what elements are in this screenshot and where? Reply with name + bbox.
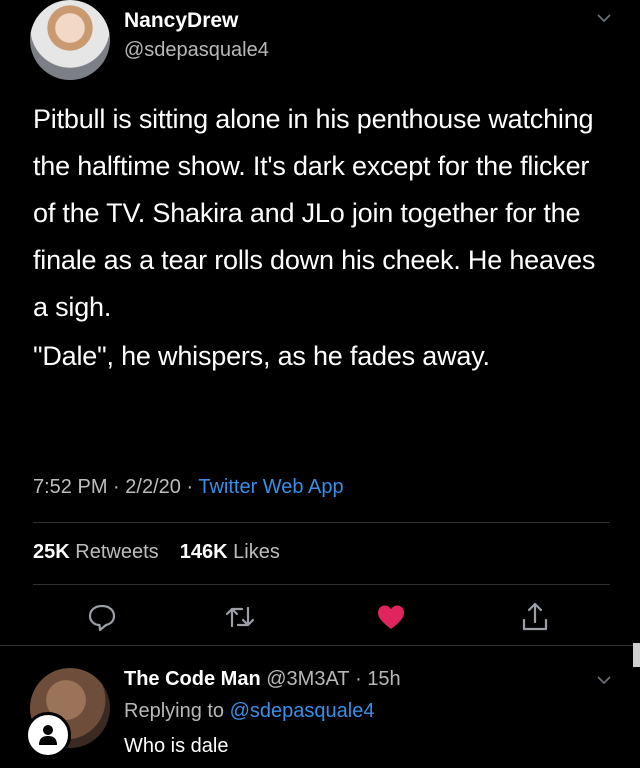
replying-prefix: Replying to bbox=[124, 700, 225, 722]
author-name[interactable]: NancyDrew bbox=[124, 9, 238, 33]
retweets-stat[interactable]: 25K Retweets bbox=[33, 541, 159, 563]
tweet-meta: 7:52 PM · 2/2/20 · Twitter Web App bbox=[33, 476, 344, 499]
reply-author-handle[interactable]: @3M3AT bbox=[266, 668, 349, 690]
retweets-label: Retweets bbox=[75, 541, 159, 563]
person-icon bbox=[39, 725, 57, 745]
meta-separator: · bbox=[113, 476, 120, 498]
reply-header: The Code Man @3M3AT · 15h bbox=[124, 668, 401, 691]
scrollbar-thumb[interactable] bbox=[633, 643, 640, 667]
share-icon[interactable] bbox=[518, 600, 552, 634]
retweet-icon[interactable] bbox=[223, 600, 257, 634]
reply-age[interactable]: 15h bbox=[367, 668, 400, 690]
divider bbox=[33, 584, 610, 585]
tweet-date[interactable]: 2/2/20 bbox=[125, 476, 181, 498]
chevron-down-icon[interactable] bbox=[596, 672, 612, 688]
tweet-source-link[interactable]: Twitter Web App bbox=[198, 476, 343, 498]
tweet-time[interactable]: 7:52 PM bbox=[33, 476, 107, 498]
reply-separator: · bbox=[355, 668, 362, 690]
reply-icon[interactable] bbox=[85, 600, 119, 634]
likes-count: 146K bbox=[179, 541, 228, 563]
tweet-paragraph: "Dale", he whispers, as he fades away. bbox=[33, 341, 490, 371]
replying-to: Replying to @sdepasquale4 bbox=[124, 700, 374, 723]
section-divider bbox=[0, 645, 640, 646]
meta-separator: · bbox=[186, 476, 194, 498]
reply-text: Who is dale bbox=[124, 735, 229, 757]
tweet-text: Pitbull is sitting alone in his penthous… bbox=[33, 96, 608, 380]
chevron-down-icon[interactable] bbox=[596, 10, 612, 26]
heart-icon[interactable] bbox=[374, 600, 408, 634]
tweet-stats: 25K Retweets 146K Likes bbox=[33, 541, 280, 564]
author-avatar[interactable] bbox=[30, 0, 110, 80]
tweet-paragraph: Pitbull is sitting alone in his penthous… bbox=[33, 104, 596, 322]
replying-to-handle[interactable]: @sdepasquale4 bbox=[230, 700, 375, 722]
author-handle[interactable]: @sdepasquale4 bbox=[124, 39, 269, 62]
reply-author-name[interactable]: The Code Man bbox=[124, 668, 261, 690]
default-profile-badge bbox=[25, 712, 71, 758]
likes-label: Likes bbox=[233, 541, 280, 563]
retweets-count: 25K bbox=[33, 541, 70, 563]
divider bbox=[33, 522, 610, 523]
likes-stat[interactable]: 146K Likes bbox=[180, 541, 280, 563]
